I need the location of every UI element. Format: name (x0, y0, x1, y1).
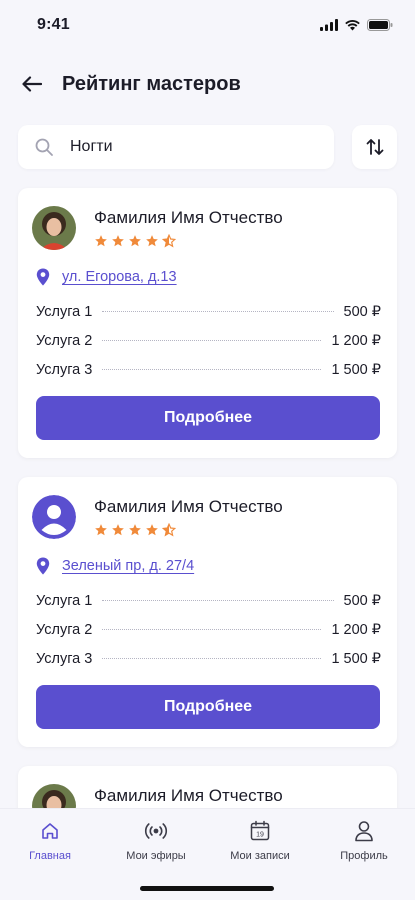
star-half-icon (162, 234, 176, 248)
status-time: 9:41 (37, 16, 70, 33)
rating-stars (94, 523, 176, 537)
tab-appointments[interactable]: 19 Мои записи (210, 819, 310, 862)
home-indicator (140, 886, 274, 891)
location-pin-icon (36, 557, 52, 575)
location-pin-icon (36, 268, 52, 286)
address-link[interactable]: Зеленый пр, д. 27/4 (62, 558, 194, 574)
battery-icon (367, 19, 393, 31)
star-icon (95, 524, 107, 536)
arrow-left-icon (22, 76, 42, 92)
dotted-leader (102, 311, 334, 312)
address: ул. Егорова, д.13 (36, 268, 177, 286)
tab-broadcasts[interactable]: Мои эфиры (106, 819, 206, 862)
master-name: Фамилия Имя Отчество (94, 786, 283, 805)
address-link[interactable]: ул. Егорова, д.13 (62, 269, 177, 285)
star-half-icon (162, 523, 176, 537)
tab-label: Профиль (340, 850, 388, 862)
service-row: Услуга 1 500 ₽ (36, 593, 381, 622)
sort-button[interactable] (352, 125, 397, 169)
status-bar: 9:41 (0, 0, 415, 50)
service-price: 500 ₽ (343, 304, 381, 320)
wifi-icon (345, 20, 360, 31)
master-card: Фамилия Имя Отчество ул. Егорова, д.13 У… (18, 188, 397, 458)
tab-profile[interactable]: Профиль (314, 819, 414, 862)
details-button[interactable]: Подробнее (36, 685, 380, 729)
service-row: Услуга 1 500 ₽ (36, 304, 381, 333)
service-name: Услуга 3 (36, 651, 93, 667)
header: Рейтинг мастеров (0, 64, 415, 104)
service-row: Услуга 3 1 500 ₽ (36, 362, 381, 391)
address: Зеленый пр, д. 27/4 (36, 557, 194, 575)
service-row: Услуга 3 1 500 ₽ (36, 651, 381, 680)
service-price: 500 ₽ (343, 593, 381, 609)
service-name: Услуга 2 (36, 622, 93, 638)
search-icon (34, 137, 54, 157)
page-title: Рейтинг мастеров (62, 72, 241, 95)
sort-icon (366, 139, 383, 155)
dotted-leader (102, 600, 334, 601)
service-price: 1 500 ₽ (331, 362, 381, 378)
service-list: Услуга 1 500 ₽ Услуга 2 1 200 ₽ Услуга 3… (36, 593, 381, 680)
profile-icon (352, 819, 376, 843)
dotted-leader (102, 629, 322, 630)
service-price: 1 500 ₽ (331, 651, 381, 667)
service-list: Услуга 1 500 ₽ Услуга 2 1 200 ₽ Услуга 3… (36, 304, 381, 391)
broadcast-icon (144, 819, 168, 843)
search-bar[interactable] (18, 125, 334, 169)
dotted-leader (102, 658, 322, 659)
dotted-leader (102, 369, 322, 370)
calendar-icon: 19 (248, 819, 272, 843)
calendar-day-number: 19 (256, 832, 264, 839)
service-name: Услуга 1 (36, 304, 93, 320)
home-icon (38, 819, 62, 843)
master-card: Фамилия Имя Отчество Зеленый пр, д. 27/4… (18, 477, 397, 747)
star-icon (146, 235, 158, 247)
service-name: Услуга 3 (36, 362, 93, 378)
service-price: 1 200 ₽ (331, 333, 381, 349)
star-icon (146, 524, 158, 536)
tab-label: Мои записи (230, 850, 290, 862)
star-icon (112, 235, 124, 247)
avatar (32, 206, 76, 250)
service-price: 1 200 ₽ (331, 622, 381, 638)
avatar-placeholder (32, 495, 76, 539)
tab-home[interactable]: Главная (0, 819, 100, 862)
tab-label: Мои эфиры (126, 850, 186, 862)
person-icon (32, 495, 76, 539)
status-icons (320, 19, 393, 31)
service-name: Услуга 1 (36, 593, 93, 609)
service-row: Услуга 2 1 200 ₽ (36, 622, 381, 651)
tab-label: Главная (29, 850, 71, 862)
star-icon (129, 235, 141, 247)
star-icon (95, 235, 107, 247)
service-name: Услуга 2 (36, 333, 93, 349)
star-icon (129, 524, 141, 536)
back-button[interactable] (20, 72, 44, 96)
service-row: Услуга 2 1 200 ₽ (36, 333, 381, 362)
master-name: Фамилия Имя Отчество (94, 208, 283, 227)
star-icon (112, 524, 124, 536)
rating-stars (94, 234, 176, 248)
search-input[interactable] (70, 138, 290, 156)
dotted-leader (102, 340, 322, 341)
master-name: Фамилия Имя Отчество (94, 497, 283, 516)
details-button[interactable]: Подробнее (36, 396, 380, 440)
signal-icon (320, 19, 338, 31)
